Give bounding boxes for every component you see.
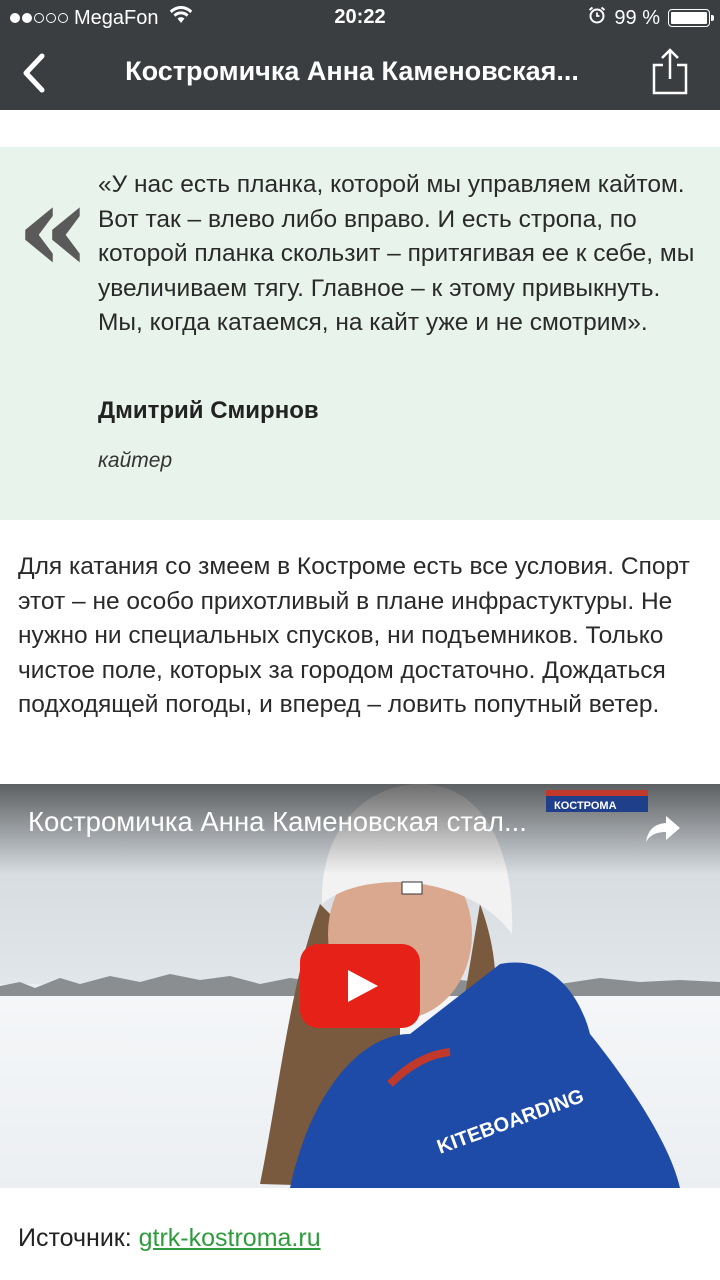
source-link[interactable]: gtrk-kostroma.ru [139, 1224, 321, 1252]
article-paragraph: Для катания со змеем в Костроме есть все… [18, 553, 690, 719]
video-share-button[interactable] [644, 810, 684, 846]
play-icon [300, 944, 420, 1028]
status-bar: MegaFon 20:22 99 % [0, 0, 720, 36]
quote-author: Дмитрий Смирнов [98, 397, 319, 424]
play-button[interactable] [300, 944, 420, 1028]
alarm-icon [588, 6, 606, 30]
quote-text: «У нас есть планка, которой мы управляем… [98, 171, 695, 337]
back-button[interactable] [14, 50, 58, 96]
chevron-left-icon [23, 53, 45, 93]
clipped-text-line [20, 110, 700, 120]
source-line: Источник: gtrk-kostroma.ru [18, 1224, 321, 1253]
battery-percent: 99 % [614, 6, 660, 29]
video-title[interactable]: Костромичка Анна Каменовская стал... [28, 806, 618, 838]
quote-block: « «У нас есть планка, которой мы управля… [0, 147, 720, 520]
share-arrow-icon [646, 816, 680, 842]
source-label: Источник: [18, 1224, 139, 1252]
navigation-bar: Костромичка Анна Каменовская... [0, 36, 720, 110]
page-title: Костромичка Анна Каменовская... [125, 56, 579, 86]
share-button[interactable] [650, 48, 690, 96]
quote-mark-icon: « [16, 158, 91, 299]
share-icon [652, 48, 688, 95]
status-right: 99 % [588, 6, 714, 30]
video-embed[interactable]: KITEBOARDING КОСТРОМА Костромичка Анна К… [0, 784, 720, 1188]
quote-author-role: кайтер [98, 449, 173, 472]
battery-icon [668, 9, 714, 27]
